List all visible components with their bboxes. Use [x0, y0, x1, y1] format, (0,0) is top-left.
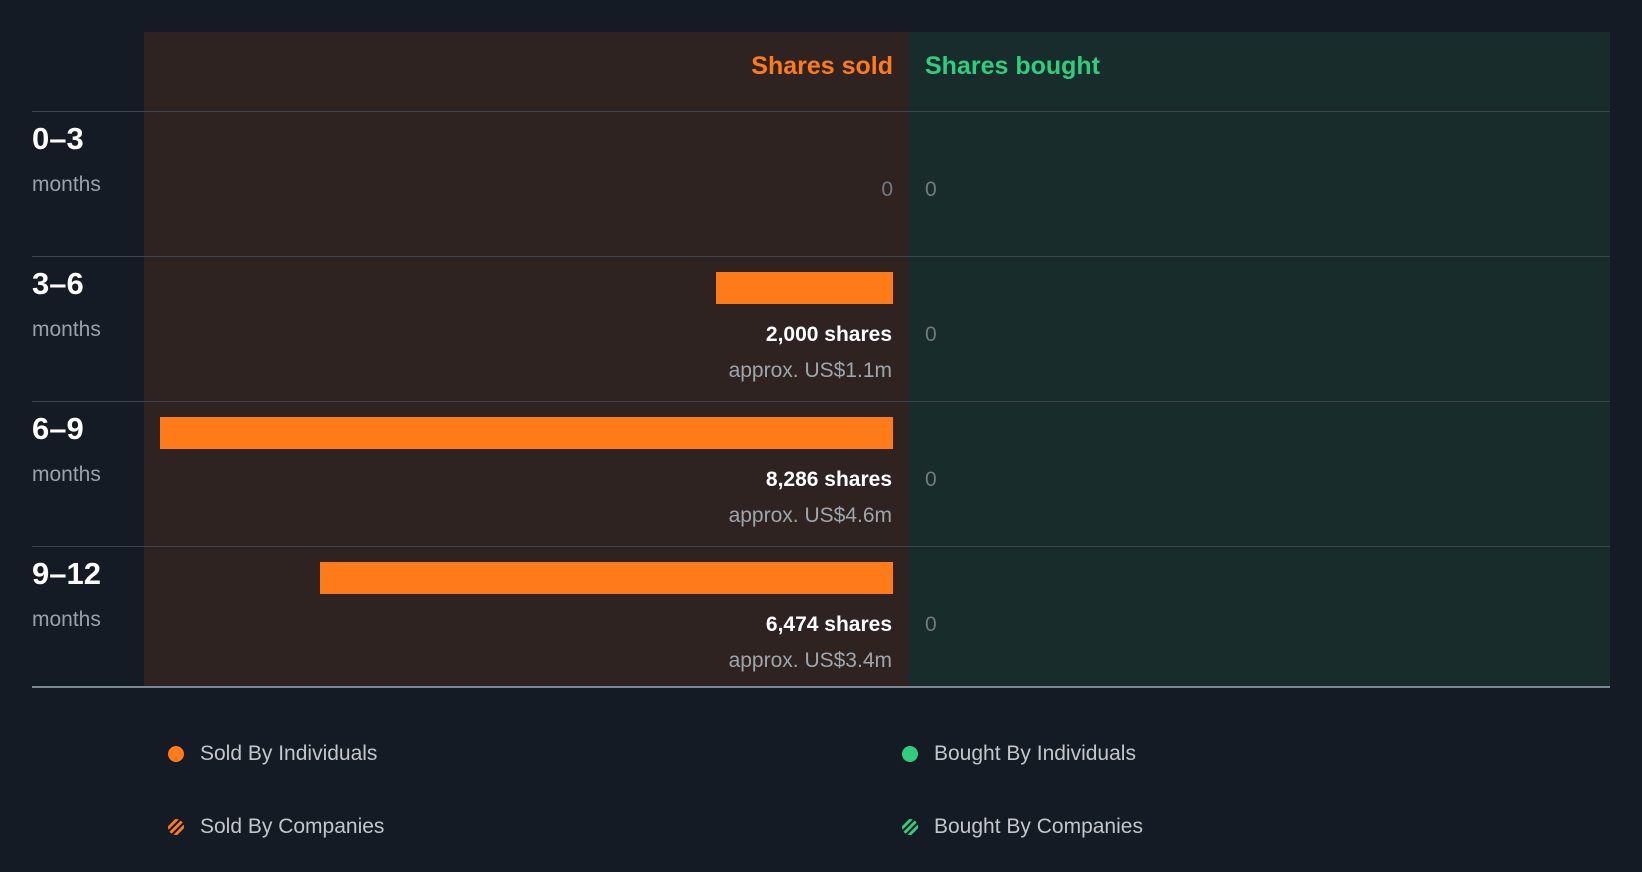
- bought-zero-label: 0: [925, 468, 937, 491]
- legend-item: Sold By Individuals: [168, 742, 377, 766]
- legend-item: Bought By Companies: [902, 815, 1143, 839]
- sold-bar: [320, 562, 893, 594]
- sold-shares-label: 8,286 shares: [765, 468, 892, 491]
- legend-swatch: [902, 819, 918, 835]
- period-unit-label: months: [32, 318, 101, 341]
- legend-swatch: [902, 746, 918, 762]
- legend-label: Sold By Companies: [200, 815, 385, 838]
- period-label: 9–12: [32, 556, 101, 591]
- sold-value-label: approx. US$4.6m: [728, 504, 892, 527]
- row-divider: [32, 256, 1610, 257]
- sold-bar: [160, 417, 893, 449]
- sold-zero-label: 0: [881, 178, 893, 201]
- period-label: 3–6: [32, 266, 84, 301]
- legend-item: Bought By Individuals: [902, 742, 1136, 766]
- row-divider: [32, 111, 1610, 112]
- legend-item: Sold By Companies: [168, 815, 384, 839]
- row-divider: [32, 546, 1610, 547]
- bought-zero-label: 0: [925, 323, 937, 346]
- shares-bought-header: Shares bought: [925, 52, 1101, 80]
- legend-label: Sold By Individuals: [200, 742, 378, 765]
- axis-baseline: [32, 686, 1610, 688]
- sold-shares-label: 2,000 shares: [765, 323, 892, 346]
- sold-value-label: approx. US$1.1m: [728, 359, 892, 382]
- period-label: 6–9: [32, 411, 84, 446]
- sold-bar: [716, 272, 893, 304]
- insider-trading-chart: Shares sold Shares bought 0–3 months 0 0 3–6…: [0, 0, 1642, 872]
- row-divider: [32, 401, 1610, 402]
- legend-label: Bought By Companies: [934, 815, 1143, 838]
- legend-swatch: [168, 819, 184, 835]
- legend-swatch: [168, 746, 184, 762]
- period-unit-label: months: [32, 463, 101, 486]
- sold-value-label: approx. US$3.4m: [728, 649, 892, 672]
- period-unit-label: months: [32, 608, 101, 631]
- period-label: 0–3: [32, 121, 84, 156]
- bought-zero-label: 0: [925, 178, 937, 201]
- shares-sold-header: Shares sold: [751, 52, 893, 80]
- period-unit-label: months: [32, 173, 101, 196]
- sold-shares-label: 6,474 shares: [765, 613, 892, 636]
- bought-zero-label: 0: [925, 613, 937, 636]
- legend-label: Bought By Individuals: [934, 742, 1136, 765]
- bought-panel: [909, 32, 1610, 687]
